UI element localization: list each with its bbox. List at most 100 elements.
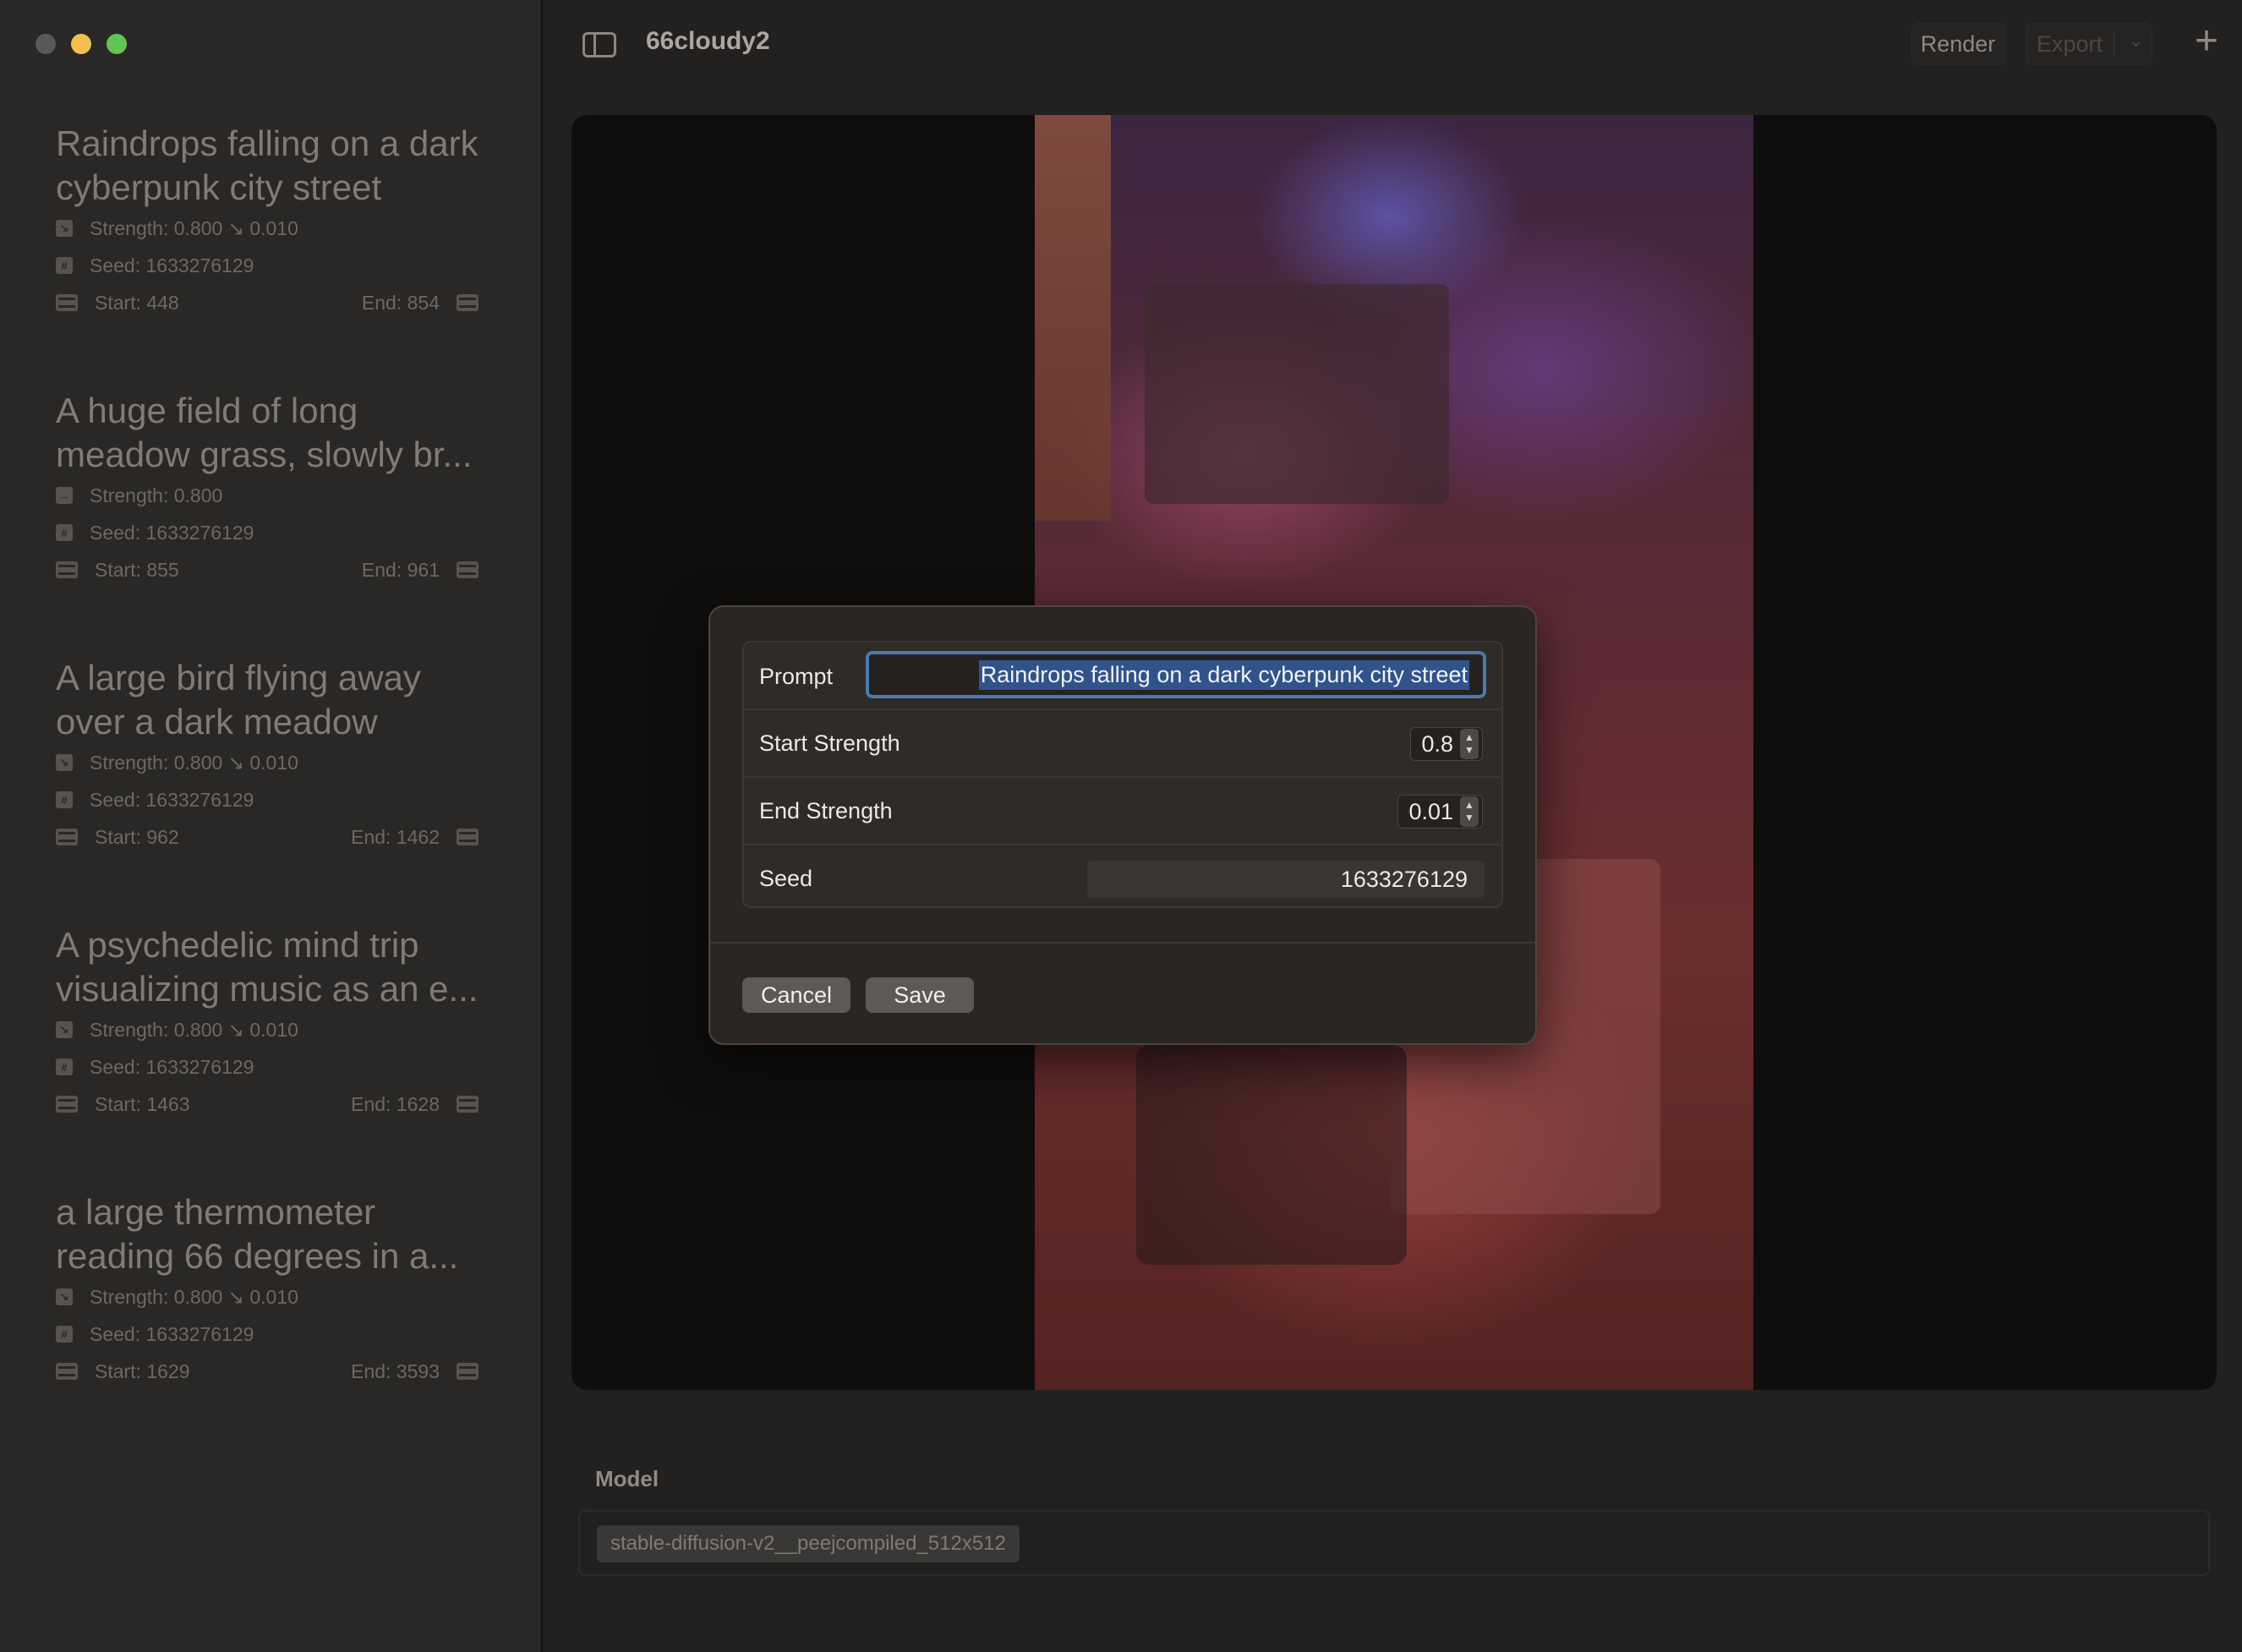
prompt-input[interactable]: Raindrops falling on a dark cyberpunk ci… — [866, 651, 1486, 698]
seed-icon: # — [56, 1326, 73, 1343]
film-start-icon — [56, 294, 78, 311]
segment-title: A large bird flying away over a dark mea… — [56, 658, 421, 741]
segment-strength: ↘ Strength: 0.800 ↘ 0.010 — [56, 1011, 478, 1048]
seed-row: Seed 1633276129 — [744, 844, 1501, 911]
segment-title: Raindrops falling on a dark cyberpunk ci… — [56, 123, 478, 207]
end-text: End: 1628 — [351, 1092, 440, 1115]
seed-text: Seed: 1633276129 — [90, 521, 254, 544]
end-strength-value[interactable]: 0.01 — [1398, 799, 1460, 825]
prompt-row: Prompt Raindrops falling on a dark cyber… — [744, 643, 1501, 710]
model-token[interactable]: stable-diffusion-v2__peejcompiled_512x51… — [597, 1525, 1020, 1562]
seed-icon: # — [56, 524, 73, 541]
close-window-button[interactable] — [36, 34, 56, 54]
strength-text: Strength: 0.800 ↘ 0.010 — [90, 1285, 298, 1308]
end-text: End: 3593 — [351, 1359, 440, 1382]
seed-label: Seed — [759, 865, 813, 891]
segment-form: Prompt Raindrops falling on a dark cyber… — [742, 641, 1503, 908]
segment-seed: # Seed: 1633276129 — [56, 781, 478, 818]
film-end-icon — [457, 561, 478, 578]
strength-icon: ↘ — [56, 1021, 73, 1038]
film-start-icon — [56, 561, 78, 578]
seed-icon: # — [56, 791, 73, 808]
end-strength-label: End Strength — [759, 797, 893, 823]
film-start-icon — [56, 1363, 78, 1380]
sidebar: Raindrops falling on a dark cyberpunk ci… — [0, 0, 543, 1652]
segment-title: A psychedelic mind trip visualizing musi… — [56, 925, 478, 1009]
export-button[interactable]: Export ⌄ — [2026, 23, 2152, 65]
edit-segment-dialog: Prompt Raindrops falling on a dark cyber… — [708, 605, 1537, 1045]
seed-text: Seed: 1633276129 — [90, 1322, 254, 1345]
film-end-icon — [457, 294, 478, 311]
film-end-icon — [457, 1096, 478, 1113]
render-button[interactable]: Render — [1911, 23, 2004, 65]
export-divider — [2113, 30, 2114, 57]
segment-item[interactable]: a large thermometer reading 66 degrees i… — [56, 1190, 478, 1390]
seed-text: Seed: 1633276129 — [90, 1055, 254, 1078]
strength-text: Strength: 0.800 ↘ 0.010 — [90, 216, 298, 239]
save-button[interactable]: Save — [866, 977, 974, 1013]
zoom-window-button[interactable] — [107, 34, 127, 54]
seed-icon: # — [56, 257, 73, 274]
end-strength-stepper[interactable]: 0.01 ▲ ▼ — [1397, 795, 1483, 829]
end-text: End: 961 — [361, 558, 440, 581]
document-title: 66cloudy2 — [646, 27, 770, 55]
segment-title: a large thermometer reading 66 degrees i… — [56, 1192, 459, 1276]
segment-range: Start: 448 End: 854 — [56, 284, 478, 321]
segment-strength: ↘ Strength: 0.800 ↘ 0.010 — [56, 1278, 478, 1316]
model-label: Model — [595, 1466, 659, 1491]
add-icon[interactable]: + — [2185, 19, 2228, 63]
stepper-arrows-icon[interactable]: ▲ ▼ — [1460, 729, 1479, 759]
segment-strength: ↘ Strength: 0.800 ↘ 0.010 — [56, 210, 478, 247]
end-text: End: 854 — [361, 291, 440, 314]
strength-text: Strength: 0.800 ↘ 0.010 — [90, 751, 298, 774]
segment-item[interactable]: A huge field of long meadow grass, slowl… — [56, 389, 478, 588]
segment-item[interactable]: A psychedelic mind trip visualizing musi… — [56, 923, 478, 1123]
start-strength-value[interactable]: 0.8 — [1411, 731, 1460, 758]
strength-icon: ↘ — [56, 1288, 73, 1305]
film-end-icon — [457, 829, 478, 845]
prompt-selected-text: Raindrops falling on a dark cyberpunk ci… — [978, 659, 1469, 690]
seed-text: Seed: 1633276129 — [90, 788, 254, 811]
strength-icon: ↘ — [56, 220, 73, 237]
start-text: Start: 1463 — [95, 1092, 190, 1115]
cancel-button[interactable]: Cancel — [742, 977, 850, 1013]
strength-icon: → — [56, 487, 73, 504]
segment-seed: # Seed: 1633276129 — [56, 514, 478, 551]
start-strength-label: Start Strength — [759, 730, 900, 756]
export-label: Export — [2037, 30, 2103, 57]
segment-title: A huge field of long meadow grass, slowl… — [56, 391, 473, 474]
start-strength-stepper[interactable]: 0.8 ▲ ▼ — [1410, 727, 1483, 761]
segment-seed: # Seed: 1633276129 — [56, 247, 478, 284]
segment-seed: # Seed: 1633276129 — [56, 1316, 478, 1353]
chevron-down-icon[interactable]: ⌄ — [2129, 30, 2143, 52]
seed-text: Seed: 1633276129 — [90, 254, 254, 276]
start-text: Start: 448 — [95, 291, 179, 314]
segment-range: Start: 855 End: 961 — [56, 551, 478, 588]
film-start-icon — [56, 829, 78, 845]
segment-item[interactable]: Raindrops falling on a dark cyberpunk ci… — [56, 122, 478, 321]
segment-strength: ↘ Strength: 0.800 ↘ 0.010 — [56, 744, 478, 781]
dialog-divider — [710, 942, 1535, 944]
segment-item[interactable]: A large bird flying away over a dark mea… — [56, 656, 478, 856]
end-strength-row: End Strength 0.01 ▲ ▼ — [744, 776, 1501, 844]
window-controls — [36, 34, 127, 54]
end-text: End: 1462 — [351, 825, 440, 848]
minimize-window-button[interactable] — [71, 34, 91, 54]
segment-range: Start: 1629 End: 3593 — [56, 1353, 478, 1390]
start-text: Start: 855 — [95, 558, 179, 581]
segment-seed: # Seed: 1633276129 — [56, 1048, 478, 1086]
seed-input[interactable]: 1633276129 — [1087, 861, 1485, 898]
segment-range: Start: 1463 End: 1628 — [56, 1086, 478, 1123]
film-end-icon — [457, 1363, 478, 1380]
seed-icon: # — [56, 1058, 73, 1075]
segment-strength: → Strength: 0.800 — [56, 477, 478, 514]
start-strength-row: Start Strength 0.8 ▲ ▼ — [744, 708, 1501, 776]
start-text: Start: 962 — [95, 825, 179, 848]
segment-range: Start: 962 End: 1462 — [56, 818, 478, 856]
film-start-icon — [56, 1096, 78, 1113]
stepper-arrows-icon[interactable]: ▲ ▼ — [1460, 796, 1479, 827]
sidebar-toggle-icon[interactable] — [582, 32, 616, 57]
model-field[interactable]: stable-diffusion-v2__peejcompiled_512x51… — [578, 1510, 2210, 1576]
start-text: Start: 1629 — [95, 1359, 190, 1382]
strength-icon: ↘ — [56, 754, 73, 771]
